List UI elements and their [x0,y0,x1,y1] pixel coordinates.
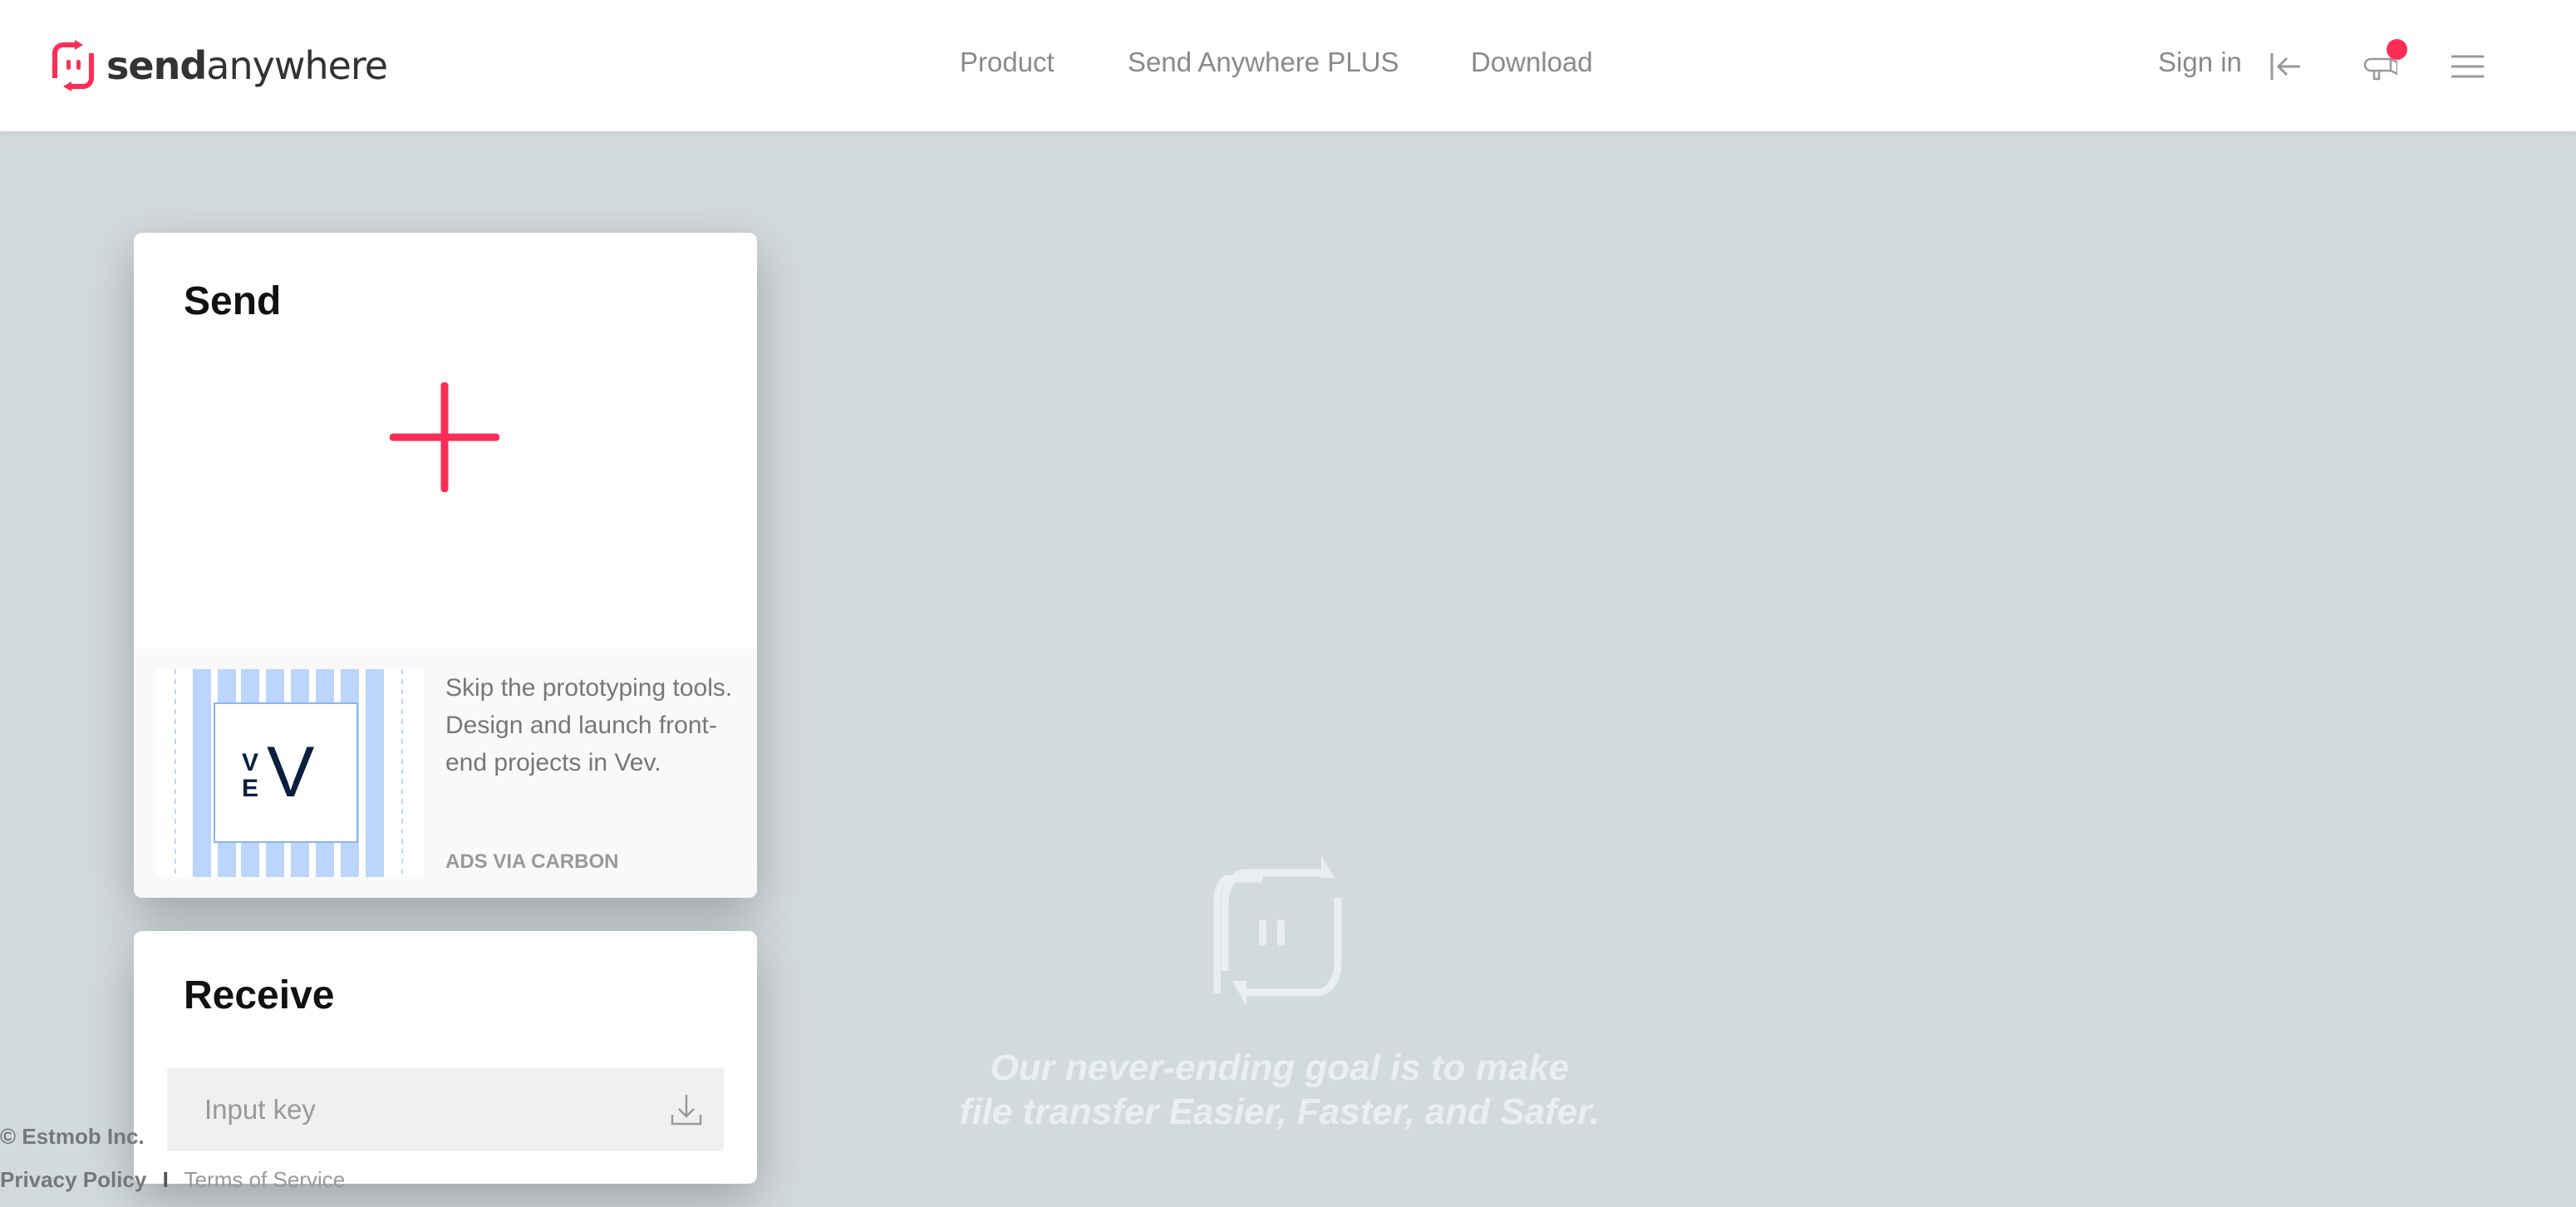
terms-of-service-link[interactable]: Terms of Service [184,1167,346,1192]
plus-icon[interactable] [390,382,499,492]
receive-title: Receive [184,973,335,1017]
vev-logo-icon: V E V [175,669,403,877]
tagline: Our never-ending goal is to make file tr… [831,1046,1728,1134]
svg-text:V: V [267,732,314,812]
privacy-policy-link[interactable]: Privacy Policy [0,1167,146,1192]
brand-name: sendanywhere [106,43,388,88]
svg-text:V: V [242,749,258,776]
svg-text:E: E [242,775,258,802]
notifications-button[interactable] [2364,37,2414,87]
sendanywhere-watermark-logo [1221,856,1342,1006]
receive-card: Receive [134,931,757,1184]
ad-text[interactable]: Skip the prototyping tools. Design and l… [445,669,745,781]
top-header: sendanywhere Product Send Anywhere PLUS … [0,0,2576,131]
nav-send-anywhere-plus[interactable]: Send Anywhere PLUS [1128,47,1399,78]
tagline-line-1: Our never-ending goal is to make [990,1047,1570,1088]
brand-logo[interactable]: sendanywhere [50,40,388,91]
menu-icon[interactable] [2451,55,2485,78]
sendanywhere-logo-icon [52,40,94,91]
sign-in-icon[interactable] [2269,52,2302,81]
footer-links: Privacy Policy I Terms of Service [0,1167,345,1193]
notification-badge [2387,39,2407,60]
nav-download[interactable]: Download [1471,47,1593,78]
carbon-ad[interactable]: V E V Skip the prototyping tools. Design… [134,648,757,898]
footer-separator: I [162,1167,169,1192]
input-key-field[interactable] [167,1068,724,1151]
send-card: Send V E V Skip the prototyping tools. D… [134,233,757,898]
send-title: Send [184,279,282,323]
download-icon[interactable] [670,1093,703,1126]
sign-in-link[interactable]: Sign in [2158,47,2242,78]
copyright: © Estmob Inc. [0,1124,145,1149]
ad-image[interactable]: V E V [155,669,424,877]
key-input[interactable] [167,1068,666,1151]
nav-product[interactable]: Product [960,47,1054,78]
ads-via-carbon-link[interactable]: ADS VIA CARBON [445,850,618,874]
tagline-line-2: file transfer Easier, Faster, and Safer. [959,1091,1600,1132]
